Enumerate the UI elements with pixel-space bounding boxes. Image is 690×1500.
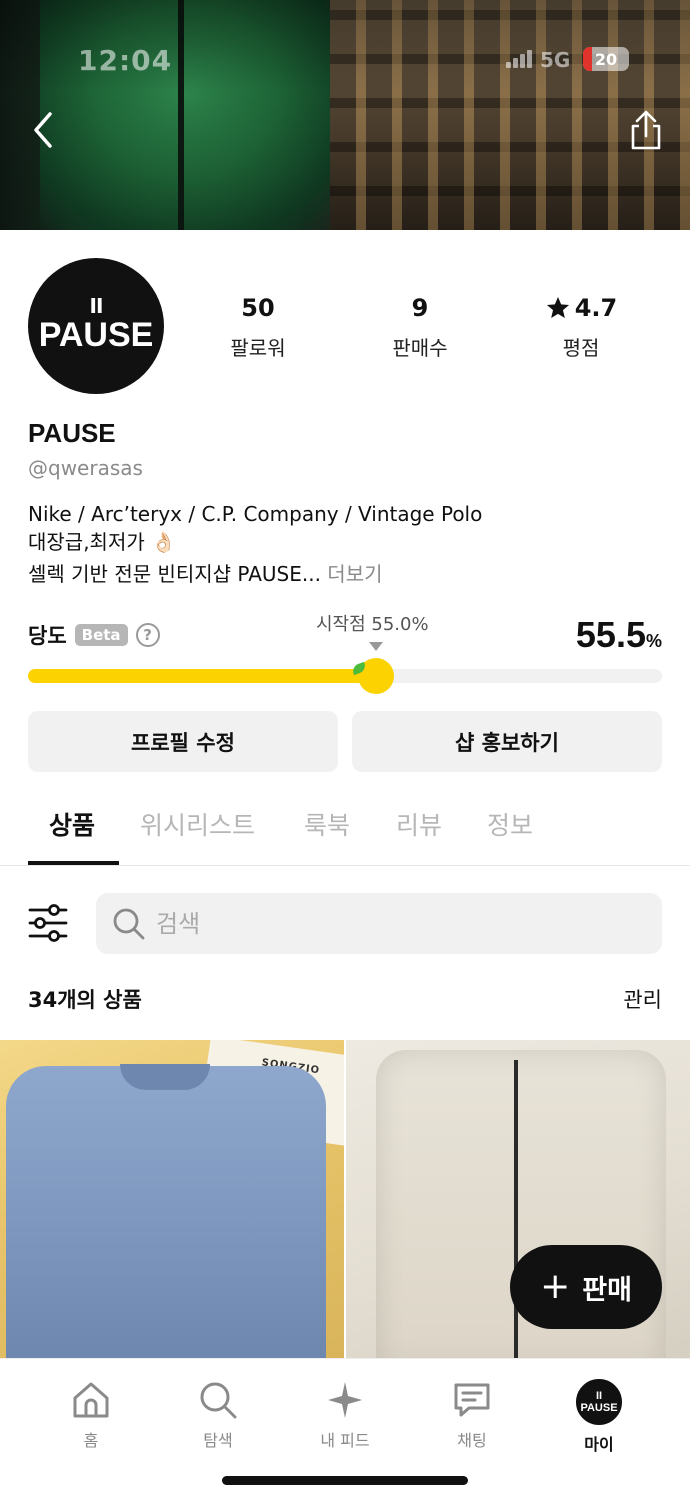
tab-lookbook[interactable]: 룩북 [304,806,350,842]
tab-info[interactable]: 정보 [487,806,533,842]
nav-feed-label: 내 피드 [320,1431,370,1450]
search-icon [200,1382,237,1419]
filter-sliders-icon [28,904,68,942]
product-card-sweater[interactable]: SONGZIO [0,1040,344,1358]
edit-profile-button[interactable]: 프로필 수정 [28,711,338,772]
home-icon [73,1382,109,1418]
shop-bio: Nike / Arc’teryx / C.P. Company / Vintag… [28,500,668,588]
freshness-bar-fill [28,669,380,683]
share-icon [631,110,661,150]
shop-name: PAUSE [28,418,116,448]
avatar-pause-mark: II [89,294,104,318]
freshness-label: 당도 [28,624,67,648]
lemon-icon [350,658,394,694]
profile-avatar: II PAUSE [576,1379,622,1425]
profile-tabs: 상품 위시리스트 룩북 리뷰 정보 [0,800,690,866]
sell-button-label: 판매 [582,1274,632,1306]
status-time: 12:04 [78,44,173,77]
tab-reviews[interactable]: 리뷰 [396,806,442,842]
nav-explore-label: 탐색 [203,1431,233,1450]
back-button[interactable] [26,108,62,152]
filter-button[interactable] [28,904,68,942]
nav-my-label: 마이 [584,1435,614,1454]
chevron-left-icon [34,112,52,148]
star-icon [546,296,569,318]
freshness-bar [28,658,662,694]
stat-rating[interactable]: 4.7 평점 [511,294,651,361]
manage-link[interactable]: 관리 [623,984,662,1014]
freshness-number: 55.5 [575,614,646,655]
shop-handle: @qwerasas [28,456,143,480]
freshness-label-group: 당도 Beta ? [28,620,160,650]
network-label: 5G [540,48,571,72]
beta-badge: Beta [74,624,128,646]
sell-button[interactable]: + 판매 [510,1245,662,1329]
nav-home-label: 홈 [83,1431,99,1450]
home-indicator [222,1476,468,1485]
start-marker-icon [369,642,383,651]
product-count: 34개의 상품 [28,988,142,1012]
stat-sales[interactable]: 9 판매수 [350,294,490,361]
profile-banner [0,0,690,230]
share-button[interactable] [626,108,666,152]
battery-level: 20 [594,49,618,69]
followers-count: 50 [241,294,275,322]
freshness-value: 55.5% [576,614,662,656]
nav-my[interactable]: II PAUSE 마이 [554,1379,644,1455]
followers-label: 팔로워 [230,336,286,360]
tab-products[interactable]: 상품 [49,806,95,842]
bio-more-link[interactable]: 더보기 [327,562,382,586]
product-image-sweater [6,1066,326,1358]
bio-line-1: Nike / Arc’teryx / C.P. Company / Vintag… [28,502,483,526]
promote-shop-button[interactable]: 샵 홍보하기 [352,711,662,772]
sales-label: 판매수 [392,336,448,360]
sparkle-icon [328,1382,362,1418]
rating-value: 4.7 [574,294,618,322]
search-bar[interactable] [96,893,662,954]
nav-home[interactable]: 홈 [46,1379,136,1451]
sales-count: 9 [411,294,429,322]
shop-avatar[interactable]: II PAUSE [28,258,164,394]
nav-explore[interactable]: 탐색 [173,1379,263,1451]
tab-wishlist[interactable]: 위시리스트 [140,806,255,842]
nav-feed[interactable]: 내 피드 [300,1379,390,1451]
search-input[interactable] [156,909,636,938]
nav-avatar-mark: II [595,1390,603,1402]
nav-chat[interactable]: 채팅 [427,1379,517,1451]
nav-chat-label: 채팅 [457,1431,487,1450]
freshness-unit: % [645,631,662,651]
bio-line-2: 대장급,최저가 👌🏻 [28,530,177,554]
tab-active-indicator [28,861,119,865]
freshness-start-label: 시작점 55.0% [316,614,429,635]
plus-icon: + [540,1266,571,1307]
rating-label: 평점 [562,336,600,360]
search-icon [113,908,145,939]
bio-line-3: 셀렉 기반 전문 빈티지샵 PAUSE... [28,562,321,586]
nav-avatar-text: PAUSE [580,1402,618,1414]
chat-icon [454,1383,490,1417]
status-bar: 12:04 5G 20 [0,44,690,77]
signal-icon [506,50,534,68]
battery-icon: 20 [583,47,629,71]
avatar-logo-text: PAUSE [38,316,154,354]
help-icon[interactable]: ? [135,623,160,647]
stat-followers[interactable]: 50 팔로워 [188,294,328,361]
